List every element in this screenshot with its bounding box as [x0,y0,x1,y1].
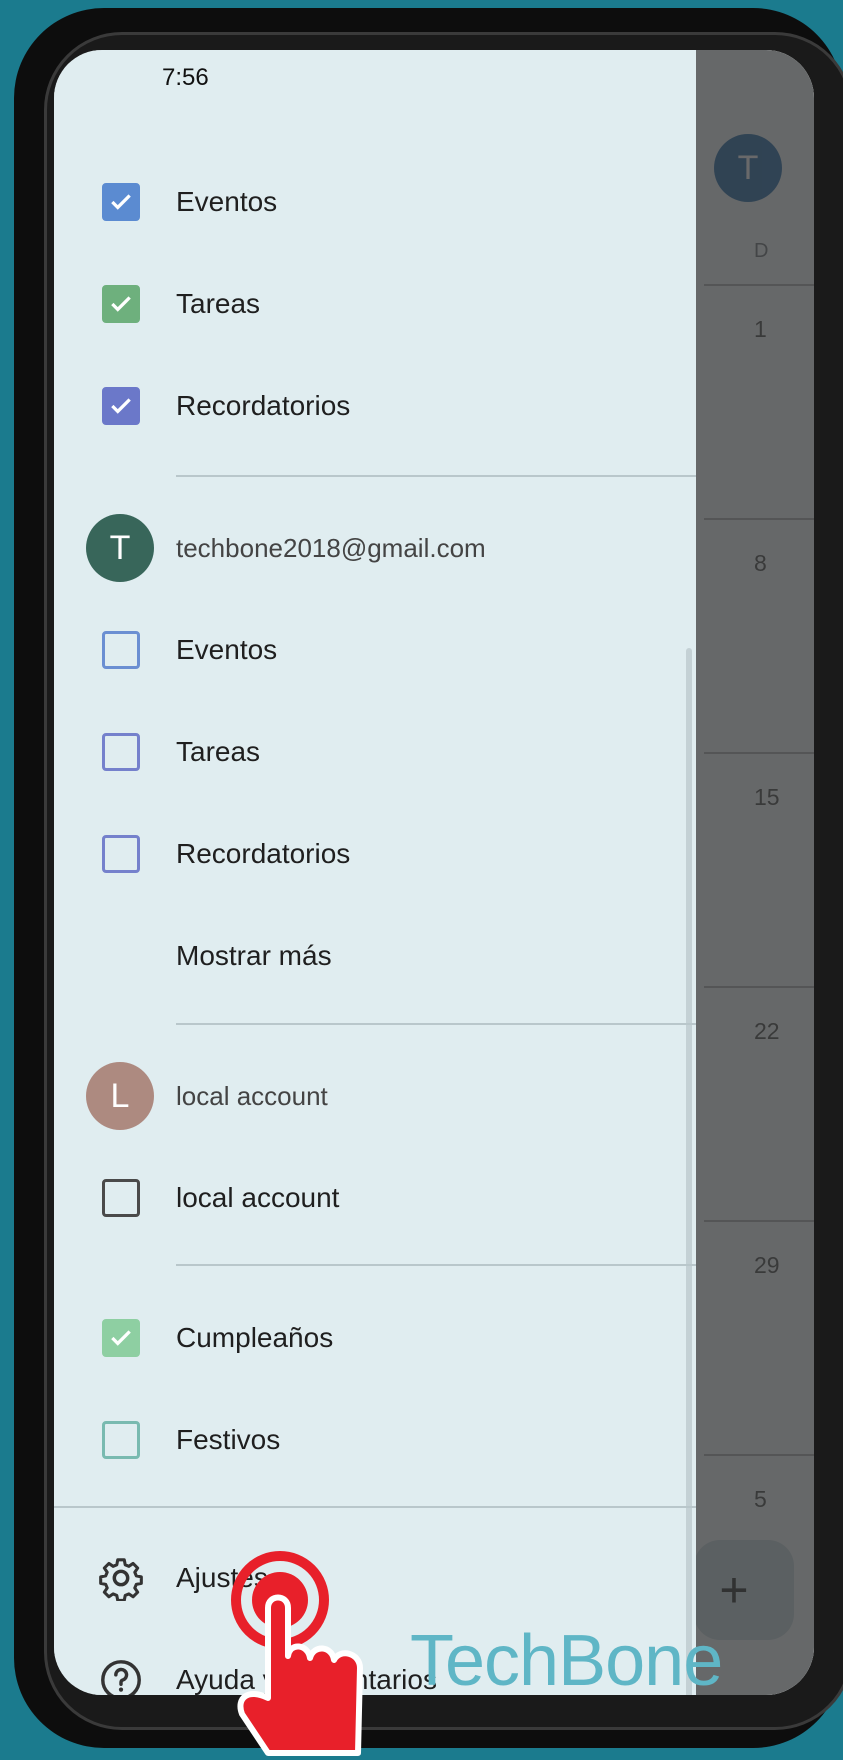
checkbox-checked[interactable] [102,183,140,221]
calendar-label: Tareas [176,288,261,319]
calendar-label: Eventos [176,186,278,217]
calendar-label: Festivos [176,1424,281,1455]
calendar-item-tareas[interactable]: Tareas [54,704,696,800]
watermark: TechBone [410,1621,723,1701]
calendar-item-tareas[interactable]: Tareas [54,256,696,352]
checkbox-unchecked[interactable] [102,1179,140,1217]
account-avatar: L [86,1062,154,1130]
account-header: L local account [54,1048,696,1144]
account-email: techbone2018@gmail.com [176,532,486,563]
calendar-item-festivos[interactable]: Festivos [54,1392,696,1488]
section-divider [176,1264,696,1266]
checkbox-unchecked[interactable] [102,835,140,873]
section-divider [176,475,696,477]
checkbox-checked[interactable] [102,387,140,425]
account-header: T techbone2018@gmail.com [54,500,696,596]
show-more-label: Mostrar más [176,940,332,971]
calendar-item-cumpleanos[interactable]: Cumpleaños [54,1290,696,1386]
checkbox-unchecked[interactable] [102,733,140,771]
calendar-label: local account [176,1182,340,1213]
section-divider [54,1506,696,1508]
calendar-label: Eventos [176,634,278,665]
calendar-label: Recordatorios [176,838,351,869]
status-time: 7:56 [162,64,209,91]
calendar-label: Tareas [176,736,261,767]
checkbox-unchecked[interactable] [102,631,140,669]
calendar-label: Cumpleaños [176,1322,334,1353]
calendar-item-eventos[interactable]: Eventos [54,154,696,250]
show-more-button[interactable]: Mostrar más [54,908,696,1004]
settings-menu-item[interactable]: Ajustes [54,1530,696,1626]
screen: T D 1 8 15 22 29 5 + 7:56 Eventos Tareas [54,50,814,1695]
status-bar: 7:56 [54,50,696,106]
help-icon [101,1660,141,1695]
section-divider [176,1023,696,1025]
navigation-drawer: 7:56 Eventos Tareas Recordatorios T tech… [54,50,696,1695]
checkbox-checked[interactable] [102,285,140,323]
tap-hand-icon [231,1551,363,1756]
check-icon [111,398,131,414]
calendar-item-recordatorios[interactable]: Recordatorios [54,358,696,454]
calendar-item-eventos[interactable]: Eventos [54,602,696,698]
account-name: local account [176,1080,328,1111]
checkbox-checked[interactable] [102,1319,140,1357]
check-icon [111,194,131,210]
check-icon [111,1330,131,1346]
checkbox-unchecked[interactable] [102,1421,140,1459]
calendar-item-local-account[interactable]: local account [54,1150,696,1246]
gear-icon [99,1558,143,1601]
check-icon [111,296,131,312]
calendar-label: Recordatorios [176,390,351,421]
account-avatar: T [86,514,154,582]
calendar-item-recordatorios[interactable]: Recordatorios [54,806,696,902]
